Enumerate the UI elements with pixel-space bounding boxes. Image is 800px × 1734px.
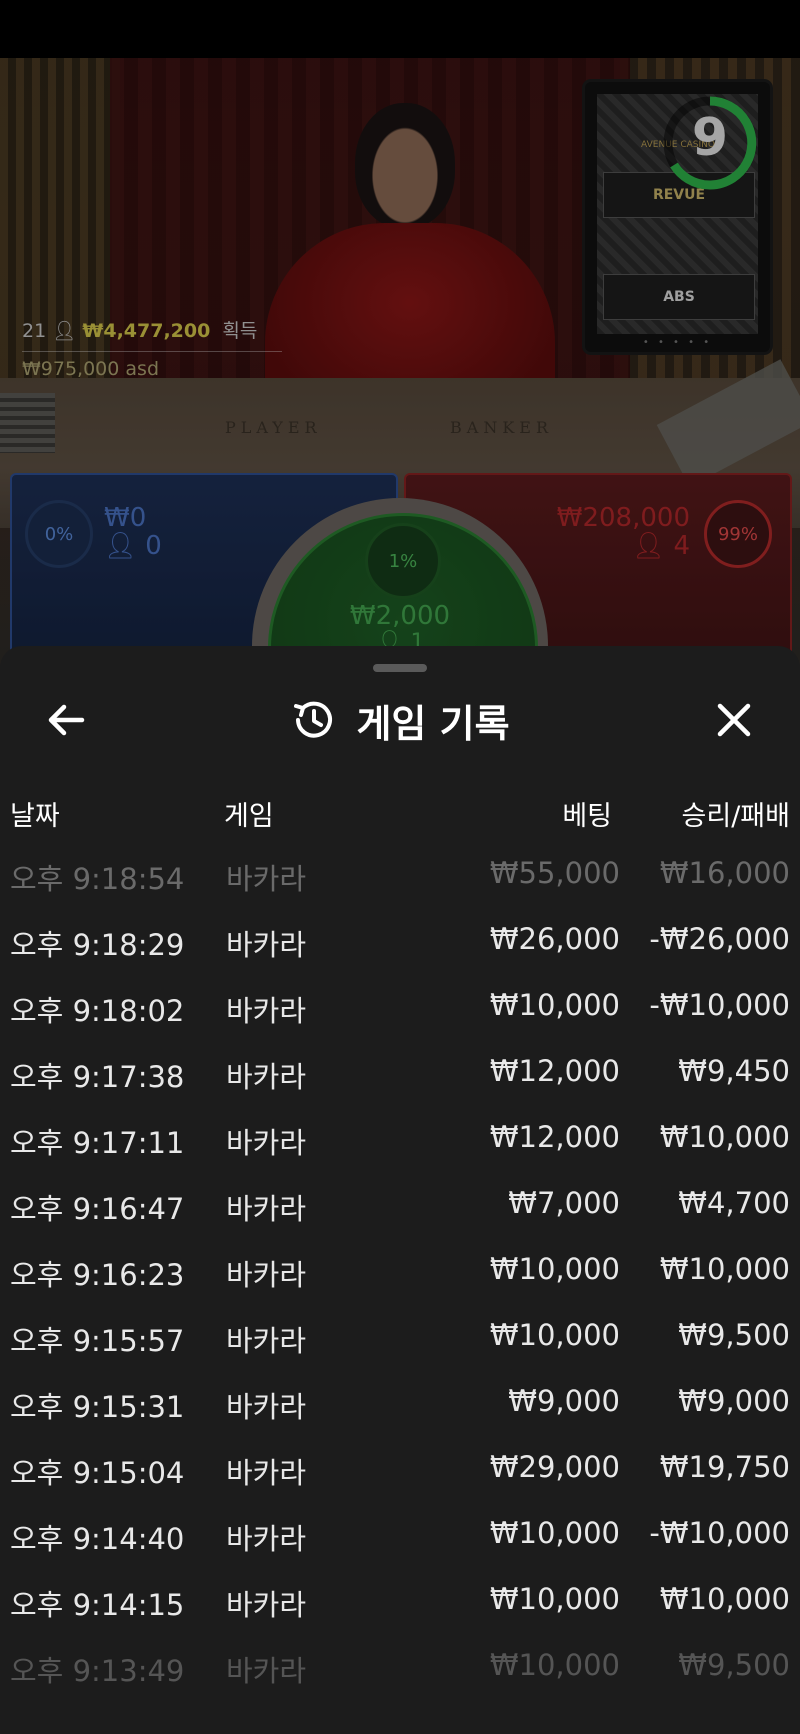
game-history-sheet: 게임 기록 날짜 게임 베팅 승리/패배 오후 9:18:54 바카라 ₩55,… [0, 646, 800, 1734]
close-button[interactable] [706, 692, 762, 748]
table-row[interactable]: 오후 9:15:31 바카라 ₩9,000 ₩9,000 [0, 1384, 800, 1450]
history-list: 오후 9:18:54 바카라 ₩55,000 ₩16,000 오후 9:18:2… [0, 856, 800, 1714]
table-row[interactable]: 오후 9:14:15 바카라 ₩10,000 ₩10,000 [0, 1582, 800, 1648]
status-bar [0, 0, 800, 58]
drag-handle[interactable] [373, 664, 427, 672]
table-row[interactable]: 오후 9:16:23 바카라 ₩10,000 ₩10,000 [0, 1252, 800, 1318]
table-row[interactable]: 오후 9:17:38 바카라 ₩12,000 ₩9,450 [0, 1054, 800, 1120]
table-row[interactable]: 오후 9:14:40 바카라 ₩10,000 -₩10,000 [0, 1516, 800, 1582]
table-row[interactable]: 오후 9:18:02 바카라 ₩10,000 -₩10,000 [0, 988, 800, 1054]
column-header-date: 날짜 [10, 801, 60, 832]
column-header-game: 게임 [224, 801, 274, 832]
close-icon [717, 703, 751, 737]
table-row[interactable]: 오후 9:18:54 바카라 ₩55,000 ₩16,000 [0, 856, 800, 922]
table-row[interactable]: 오후 9:15:04 바카라 ₩29,000 ₩19,750 [0, 1450, 800, 1516]
column-header-bet: 베팅 [562, 801, 612, 832]
table-row[interactable]: 오후 9:13:49 바카라 ₩10,000 ₩9,500 [0, 1648, 800, 1714]
column-header-result: 승리/패배 [681, 801, 790, 832]
table-row[interactable]: 오후 9:15:57 바카라 ₩10,000 ₩9,500 [0, 1318, 800, 1384]
history-icon [294, 701, 333, 738]
sheet-title: 게임 기록 [356, 701, 510, 746]
table-row[interactable]: 오후 9:17:11 바카라 ₩12,000 ₩10,000 [0, 1120, 800, 1186]
sheet-header: 게임 기록 [0, 690, 800, 750]
table-row[interactable]: 오후 9:18:29 바카라 ₩26,000 -₩26,000 [0, 922, 800, 988]
table-row[interactable]: 오후 9:16:47 바카라 ₩7,000 ₩4,700 [0, 1186, 800, 1252]
background-dim-overlay [0, 58, 800, 678]
